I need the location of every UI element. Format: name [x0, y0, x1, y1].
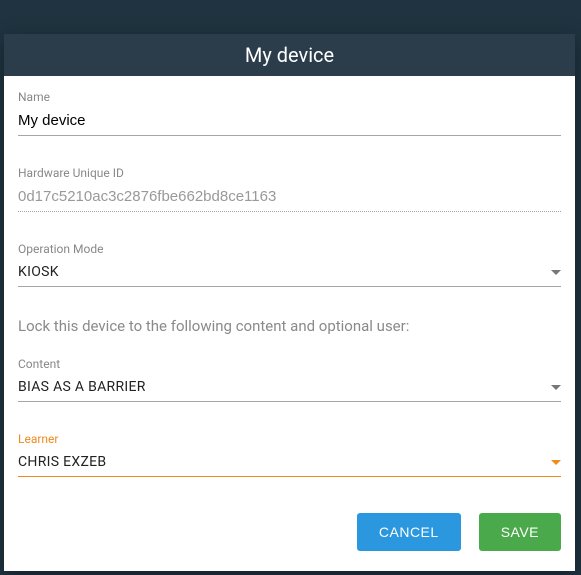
- content-label: Content: [18, 357, 561, 371]
- modal-body: Name Hardware Unique ID Operation Mode K…: [4, 76, 575, 513]
- save-button[interactable]: SAVE: [479, 513, 561, 551]
- field-name: Name: [18, 90, 561, 136]
- field-hardware-id: Hardware Unique ID: [18, 166, 561, 212]
- hardware-id-input: [18, 186, 561, 212]
- field-operation-mode: Operation Mode KIOSK: [18, 242, 561, 287]
- modal-footer: CANCEL SAVE: [4, 513, 575, 571]
- content-value: BIAS AS A BARRIER: [18, 379, 551, 395]
- lock-help-text: Lock this device to the following conten…: [18, 317, 561, 335]
- hardware-id-label: Hardware Unique ID: [18, 166, 561, 180]
- learner-value: CHRIS EXZEB: [18, 454, 551, 470]
- learner-select[interactable]: CHRIS EXZEB: [18, 452, 561, 477]
- learner-label: Learner: [18, 432, 561, 446]
- field-content: Content BIAS AS A BARRIER: [18, 357, 561, 402]
- modal-title: My device: [4, 34, 575, 76]
- chevron-down-icon: [551, 385, 561, 390]
- field-learner: Learner CHRIS EXZEB: [18, 432, 561, 477]
- device-edit-modal: My device Name Hardware Unique ID Operat…: [4, 34, 575, 571]
- operation-mode-value: KIOSK: [18, 264, 551, 280]
- name-label: Name: [18, 90, 561, 104]
- content-select[interactable]: BIAS AS A BARRIER: [18, 377, 561, 402]
- name-input[interactable]: [18, 110, 561, 136]
- chevron-down-icon: [551, 270, 561, 275]
- operation-mode-select[interactable]: KIOSK: [18, 262, 561, 287]
- cancel-button[interactable]: CANCEL: [357, 513, 461, 551]
- operation-mode-label: Operation Mode: [18, 242, 561, 256]
- chevron-down-icon: [551, 460, 561, 465]
